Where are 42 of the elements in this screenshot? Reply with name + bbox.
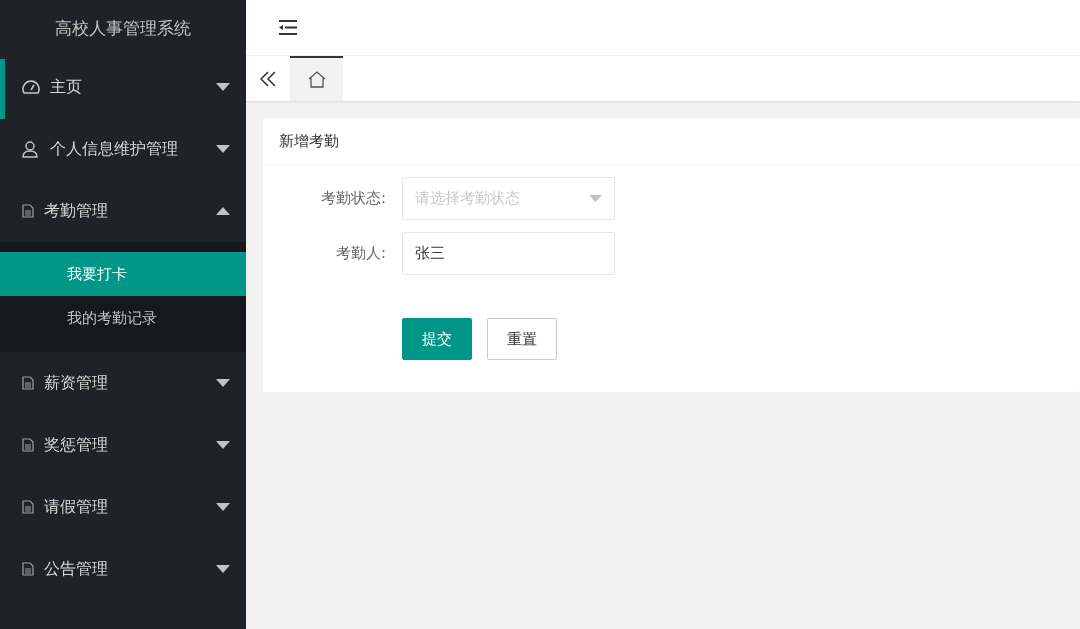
- menu-item[interactable]: 奖惩管理: [0, 414, 246, 476]
- submenu-item[interactable]: 我的考勤记录: [0, 296, 246, 340]
- input-field[interactable]: 张三: [402, 232, 615, 275]
- menu-fold-icon[interactable]: [279, 20, 297, 35]
- gauge-icon: [22, 79, 40, 95]
- menu-item[interactable]: 考勤管理: [0, 180, 246, 242]
- home-tab[interactable]: [290, 56, 343, 101]
- document-icon: [22, 438, 34, 452]
- caret-down-icon: [216, 379, 230, 387]
- document-icon: [22, 500, 34, 514]
- home-icon: [307, 71, 326, 88]
- menu-label: 请假管理: [44, 496, 109, 518]
- menu-label: 薪资管理: [44, 372, 109, 394]
- app-title: 高校人事管理系统: [54, 16, 192, 40]
- menu-item[interactable]: 主页: [0, 56, 246, 118]
- caret-down-icon: [216, 441, 230, 449]
- reset-button[interactable]: 重置: [487, 318, 557, 360]
- menu-item[interactable]: 公告管理: [0, 538, 246, 600]
- menu-label: 主页: [50, 76, 83, 98]
- field-label: 考勤人:: [334, 244, 387, 263]
- user-icon: [22, 140, 40, 158]
- menu-label: 个人信息维护管理: [50, 138, 179, 160]
- caret-down-icon: [589, 195, 602, 202]
- document-icon: [22, 562, 34, 576]
- card-title: 新增考勤: [263, 118, 1080, 165]
- caret-down-icon: [216, 503, 230, 511]
- menu-label: 考勤管理: [44, 200, 109, 222]
- menu-item[interactable]: 个人信息维护管理: [0, 118, 246, 180]
- menu-label: 公告管理: [44, 558, 109, 580]
- submenu-item[interactable]: 我要打卡: [0, 252, 246, 296]
- submit-button[interactable]: 提交: [402, 318, 472, 360]
- caret-down-icon: [216, 83, 230, 91]
- menu-item[interactable]: 请假管理: [0, 476, 246, 538]
- document-icon: [22, 376, 34, 390]
- double-chevron-left-icon: [260, 70, 276, 87]
- document-icon: [22, 204, 34, 218]
- caret-up-icon: [216, 207, 230, 215]
- caret-down-icon: [216, 145, 230, 153]
- menu-item[interactable]: 薪资管理: [0, 352, 246, 414]
- menu-label: 奖惩管理: [44, 434, 109, 456]
- field-label: 考勤状态:: [319, 189, 387, 208]
- caret-down-icon: [216, 565, 230, 573]
